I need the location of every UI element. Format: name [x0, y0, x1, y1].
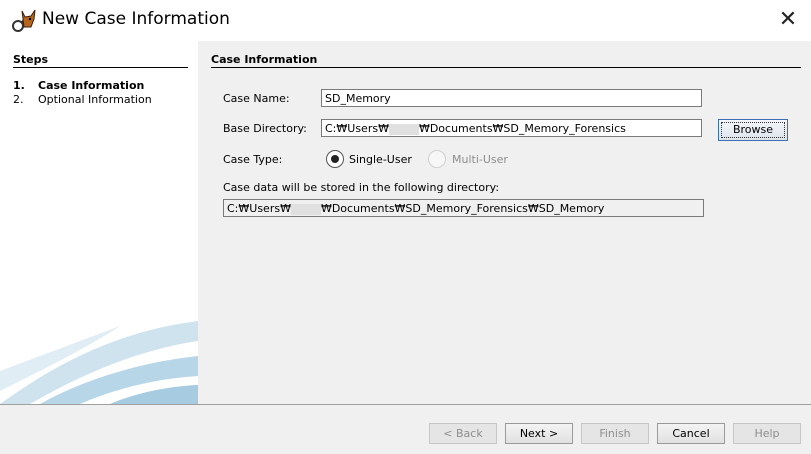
- help-button[interactable]: Help: [733, 423, 801, 444]
- steps-divider: [13, 67, 188, 68]
- case-type-label: Case Type:: [223, 153, 283, 166]
- back-button[interactable]: < Back: [429, 423, 497, 444]
- steps-panel: Steps 1. Case Information 2. Optional Info…: [0, 41, 198, 404]
- step-case-information: 1. Case Information: [13, 79, 144, 92]
- step-label: Case Information: [38, 79, 145, 92]
- storage-path-suffix: ₩Documents₩SD_Memory_Forensics₩SD_Memory: [320, 202, 605, 215]
- panel-divider: [211, 67, 801, 68]
- storage-path-prefix: C:₩Users₩: [227, 202, 291, 215]
- step-number: 1.: [13, 79, 25, 92]
- window-title: New Case Information: [42, 9, 230, 29]
- multi-user-radio[interactable]: [428, 150, 446, 168]
- case-name-input[interactable]: SD_Memory: [321, 89, 702, 107]
- case-information-panel: Case Information Case Name: SD_Memory Ba…: [198, 41, 811, 404]
- case-name-label: Case Name:: [223, 92, 290, 105]
- redacted-username: [290, 203, 321, 215]
- single-user-radio[interactable]: [326, 150, 344, 168]
- base-directory-prefix: C:₩Users₩: [325, 122, 389, 135]
- close-icon[interactable]: ✕: [770, 4, 806, 34]
- redacted-username: [388, 123, 419, 135]
- decorative-swoosh-image: [0, 321, 198, 404]
- steps-heading: Steps: [13, 53, 49, 66]
- storage-directory-field: C:₩Users₩ ₩Documents₩SD_Memory_Forensics₩…: [223, 199, 704, 217]
- footer-divider: [0, 404, 811, 405]
- next-button[interactable]: Next >: [505, 423, 573, 444]
- panel-heading: Case Information: [211, 53, 318, 66]
- base-directory-input[interactable]: C:₩Users₩ ₩Documents₩SD_Memory_Forensics: [321, 119, 702, 137]
- multi-user-label[interactable]: Multi-User: [452, 153, 508, 166]
- step-label: Optional Information: [38, 93, 152, 106]
- base-directory-label: Base Directory:: [223, 122, 307, 135]
- cancel-button[interactable]: Cancel: [657, 423, 725, 444]
- title-bar: New Case Information ✕: [0, 0, 811, 41]
- base-directory-suffix: ₩Documents₩SD_Memory_Forensics: [418, 122, 626, 135]
- step-optional-information: 2. Optional Information: [13, 93, 152, 106]
- autopsy-dog-icon: [12, 9, 36, 32]
- storage-note: Case data will be stored in the followin…: [223, 181, 500, 194]
- single-user-label[interactable]: Single-User: [349, 153, 412, 166]
- finish-button[interactable]: Finish: [581, 423, 649, 444]
- browse-button[interactable]: Browse: [718, 119, 788, 141]
- step-number: 2.: [13, 93, 24, 106]
